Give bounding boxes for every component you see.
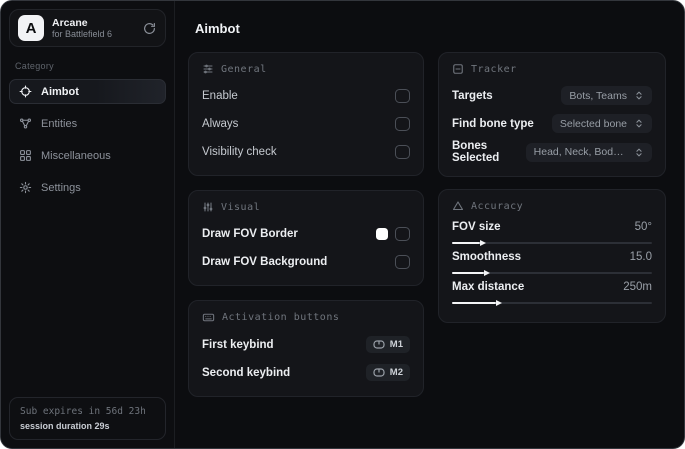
- subscription-info: Sub expires in 56d 23h session duration …: [9, 397, 166, 440]
- keybind-value: M2: [389, 367, 403, 378]
- setting-row-always: Always: [202, 112, 410, 135]
- setting-label: Draw FOV Border: [202, 227, 298, 240]
- dropdown-value: Head, Neck, Body, Pe...: [533, 146, 627, 158]
- setting-row-draw-fov-border: Draw FOV Border: [202, 222, 410, 245]
- mouse-icon: [373, 340, 385, 349]
- unfold-more-icon: [636, 91, 642, 100]
- setting-label: First keybind: [202, 338, 274, 351]
- triangle-icon: [452, 200, 464, 212]
- smoothness-slider[interactable]: [452, 272, 652, 274]
- targets-dropdown[interactable]: Bots, Teams: [561, 86, 652, 105]
- activation-buttons-panel: Activation buttons First keybind M1 Seco…: [188, 300, 424, 397]
- setting-label: Smoothness: [452, 251, 522, 263]
- bones-selected-dropdown[interactable]: Head, Neck, Body, Pe...: [525, 142, 652, 162]
- second-keybind-button[interactable]: M2: [365, 364, 410, 381]
- logo-card: A Arcane for Battlefield 6: [9, 9, 166, 47]
- session-duration-text: session duration 29s: [20, 421, 110, 431]
- slider-group-max-distance: Max distance 250m: [452, 281, 652, 304]
- sub-expires-text: Sub expires in 56d 23h: [20, 406, 146, 417]
- general-panel: General Enable Always Visibility check: [188, 52, 424, 176]
- sliders-icon: [202, 63, 214, 75]
- slider-group-smoothness: Smoothness 15.0: [452, 251, 652, 274]
- app-logo: A: [18, 15, 44, 41]
- panel-header-label: Accuracy: [471, 200, 524, 212]
- max-distance-slider[interactable]: [452, 302, 652, 304]
- entities-icon: [19, 117, 32, 130]
- setting-row-find-bone-type: Find bone type Selected bone: [452, 112, 652, 135]
- category-label: Category: [15, 61, 54, 71]
- slider-group-fov-size: FOV size 50°: [452, 221, 652, 244]
- slider-fill[interactable]: [452, 272, 484, 274]
- unfold-more-icon: [636, 119, 642, 128]
- panel-header-label: Tracker: [471, 63, 517, 75]
- setting-row-visibility-check: Visibility check: [202, 140, 410, 163]
- slider-fill[interactable]: [452, 242, 480, 244]
- sidebar-item-label: Entities: [41, 117, 78, 130]
- slider-value: 50°: [634, 221, 652, 233]
- slider-value: 250m: [623, 281, 652, 293]
- first-keybind-button[interactable]: M1: [365, 336, 410, 353]
- panel-header-label: Visual: [221, 201, 261, 213]
- setting-label: Find bone type: [452, 117, 534, 130]
- setting-row-draw-fov-background: Draw FOV Background: [202, 250, 410, 273]
- setting-label: FOV size: [452, 221, 501, 233]
- setting-label: Draw FOV Background: [202, 255, 328, 268]
- fov-size-slider[interactable]: [452, 242, 652, 244]
- visual-panel: Visual Draw FOV Border Draw FOV Backgrou…: [188, 190, 424, 286]
- find-bone-type-dropdown[interactable]: Selected bone: [551, 114, 652, 133]
- setting-label: Enable: [202, 89, 238, 102]
- setting-label: Visibility check: [202, 145, 277, 158]
- main-content: Aimbot General Enable Always Visibility …: [175, 1, 684, 448]
- setting-label: Targets: [452, 89, 493, 102]
- setting-row-enable: Enable: [202, 84, 410, 107]
- setting-row-targets: Targets Bots, Teams: [452, 84, 652, 107]
- setting-label: Second keybind: [202, 366, 291, 379]
- keyboard-icon: [202, 311, 215, 324]
- square-minus-icon: [452, 63, 464, 75]
- panel-header-label: Activation buttons: [222, 312, 340, 323]
- dropdown-value: Selected bone: [559, 117, 627, 130]
- app-subtitle: for Battlefield 6: [52, 28, 113, 39]
- visibility-check-checkbox[interactable]: [395, 144, 410, 159]
- draw-fov-background-checkbox[interactable]: [395, 254, 410, 269]
- draw-fov-border-checkbox[interactable]: [395, 226, 410, 241]
- keybind-value: M1: [389, 339, 403, 350]
- dropdown-value: Bots, Teams: [569, 89, 627, 102]
- app-window: A Arcane for Battlefield 6 Category Aimb…: [0, 0, 685, 449]
- sidebar-item-label: Aimbot: [41, 85, 79, 98]
- unfold-more-icon: [636, 148, 642, 156]
- sidebar-item-label: Settings: [41, 181, 81, 194]
- tracker-panel: Tracker Targets Bots, Teams Find bone ty…: [438, 52, 666, 177]
- setting-row-second-keybind: Second keybind M2: [202, 361, 410, 384]
- setting-label: Always: [202, 117, 239, 130]
- sidebar-item-entities[interactable]: Entities: [9, 111, 166, 136]
- sidebar-item-aimbot[interactable]: Aimbot: [9, 79, 166, 104]
- sidebar-item-miscellaneous[interactable]: Miscellaneous: [9, 143, 166, 168]
- panel-header-label: General: [221, 63, 267, 75]
- sliders-vertical-icon: [202, 201, 214, 213]
- crosshair-icon: [19, 85, 32, 98]
- gear-icon: [19, 181, 32, 194]
- setting-label: Max distance: [452, 281, 525, 293]
- grid-icon: [19, 149, 32, 162]
- setting-label: Bones Selected: [452, 140, 500, 164]
- app-name: Arcane: [52, 16, 88, 29]
- page-title: Aimbot: [195, 21, 240, 36]
- enable-checkbox[interactable]: [395, 88, 410, 103]
- slider-fill[interactable]: [452, 302, 496, 304]
- setting-row-first-keybind: First keybind M1: [202, 333, 410, 356]
- sidebar-item-settings[interactable]: Settings: [9, 175, 166, 200]
- always-checkbox[interactable]: [395, 116, 410, 131]
- fov-border-color-swatch[interactable]: [376, 227, 388, 240]
- sidebar-item-label: Miscellaneous: [41, 149, 111, 162]
- mouse-icon: [373, 368, 385, 377]
- accuracy-panel: Accuracy FOV size 50° Smoothness 15.0 Ma…: [438, 189, 666, 323]
- sidebar: A Arcane for Battlefield 6 Category Aimb…: [1, 1, 175, 448]
- refresh-icon[interactable]: [141, 20, 157, 36]
- slider-value: 15.0: [629, 251, 652, 263]
- setting-row-bones-selected: Bones Selected Head, Neck, Body, Pe...: [452, 140, 652, 164]
